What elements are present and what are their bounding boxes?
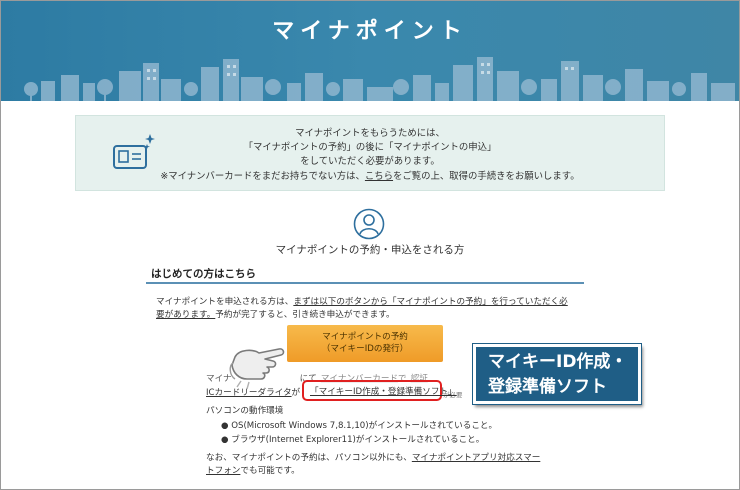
notice-line-4: ※マイナンバーカードをまだお持ちでない方は、こちらをご覧の上、取得の手続きをお願… [76,168,664,182]
env-heading: パソコンの動作環境 [206,406,284,416]
footer-note-suffix: でも可能です。 [240,466,300,476]
card-acquisition-link[interactable]: こちら [365,171,393,182]
smartphone-app-link-cont[interactable]: トフォン [206,466,240,476]
callout-line-2: 登録準備ソフト [488,377,607,397]
footer-note-line-1: なお、マイナポイントの予約は、パソコン以外にも、マイナポイントアプリ対応スマー [206,451,540,463]
page-title: マイナポイント [272,19,468,44]
notice-line-4-suffix: をご覧の上、取得の手続きをお願いします。 [393,171,580,182]
intro-line-2-suffix: 予約が完了すると、引き続き申込ができます。 [215,310,395,320]
intro-line-2: 要があります。予約が完了すると、引き続き申込ができます。 [156,308,395,320]
notice-line-2: 「マイナポイントの予約」の後に「マイナポイントの申込」 [243,142,497,153]
callout-label: マイキーID作成・ 登録準備ソフト [473,344,641,404]
reserve-mypoint-button[interactable]: マイナポイントの予約 （マイキーIDの発行） [287,325,443,362]
intro-reserve-link[interactable]: まずは以下のボタンから「マイナポイントの予約」を行っていただく必 [293,297,567,307]
notice-line-1: マイナポイントをもらうためには、 [295,128,445,139]
intro-line-1-prefix: マイナポイントを申込される方は、 [156,297,294,307]
notice-line-3: をしていただく必要があります。 [300,156,440,167]
pointing-hand-icon [229,348,285,390]
env-os-text: OS(Microsoft Windows 7,8.1,10)がインストールされて… [231,421,498,431]
footer-note-line-2: トフォンでも可能です。 [206,464,300,476]
intro-reserve-link-cont[interactable]: 要があります。 [156,310,215,320]
env-os-item: ● OS(Microsoft Windows 7,8.1,10)がインストールさ… [221,421,498,431]
notice-box: マイナポイントをもらうためには、 「マイナポイントの予約」の後に「マイナポイント… [75,115,665,191]
mykey-software-link[interactable]: 「マイキーID作成・登録準備ソフト」 [310,385,457,397]
site-header: マイナポイント [1,1,739,101]
subsection-title: はじめての方はこちら [151,268,256,280]
page: マイナポイント マイナポイントをもらうためには、 「マイナポイントの予約」の後に… [0,0,740,490]
subsection-divider [146,282,584,284]
pc-note-text-ga: が [291,388,301,398]
city-skyline-illustration [24,57,735,101]
footer-note-prefix: なお、マイナポイントの予約は、パソコン以外にも、 [206,453,412,463]
section-title: マイナポイントの予約・申込をされる方 [275,244,465,256]
reserve-button-line-1: マイナポイントの予約 [322,332,408,342]
reserve-button-line-2: （マイキーIDの発行） [321,344,409,354]
smartphone-app-link[interactable]: マイナポイントアプリ対応スマー [412,453,540,463]
notice-line-4-prefix: ※マイナンバーカードをまだお持ちでない方は、 [160,171,365,182]
env-browser-text: ブラウザ(Internet Explorer11)がインストールされていること。 [231,435,485,445]
intro-line-1: マイナポイントを申込される方は、まずは以下のボタンから「マイナポイントの予約」を… [156,295,568,307]
callout-line-1: マイキーID作成・ [488,352,628,372]
env-browser-item: ● ブラウザ(Internet Explorer11)がインストールされているこ… [221,435,485,445]
person-icon [353,208,385,240]
